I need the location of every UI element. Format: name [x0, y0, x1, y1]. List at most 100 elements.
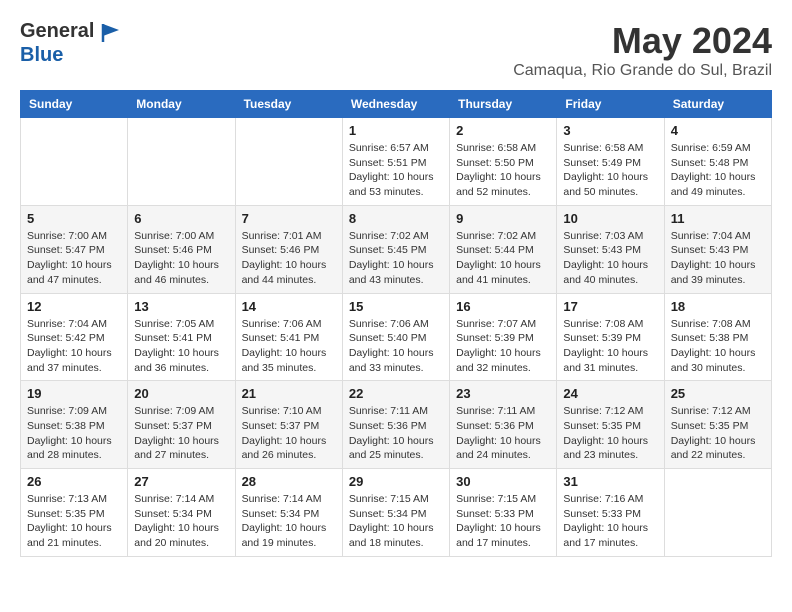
day-number: 5 — [27, 211, 121, 226]
day-number: 23 — [456, 386, 550, 401]
day-info: Sunrise: 7:04 AMSunset: 5:42 PMDaylight:… — [27, 317, 121, 376]
calendar-cell: 17Sunrise: 7:08 AMSunset: 5:39 PMDayligh… — [557, 293, 664, 381]
calendar-week-row: 1 Sunrise: 6:57 AMSunset: 5:51 PMDaylight… — [21, 118, 772, 206]
day-number: 18 — [671, 299, 765, 314]
month-title: May 2024 — [513, 20, 772, 62]
day-info: Sunrise: 7:15 AMSunset: 5:34 PMDaylight:… — [349, 492, 443, 551]
calendar-cell: 11 Sunrise: 7:04 AMSunset: 5:43 PMDayligh… — [664, 205, 771, 293]
page-header: General Blue May 2024 Camaqua, Rio Grand… — [20, 20, 772, 80]
day-info: Sunrise: 7:08 AMSunset: 5:39 PMDaylight:… — [563, 317, 657, 376]
calendar-cell: 28 Sunrise: 7:14 AMSunset: 5:34 PMDayligh… — [235, 469, 342, 557]
day-info: Sunrise: 7:05 AMSunset: 5:41 PMDaylight:… — [134, 317, 228, 376]
day-info: Sunrise: 7:16 AMSunset: 5:33 PMDaylight:… — [563, 492, 657, 551]
day-info: Sunrise: 7:12 AMSunset: 5:35 PMDaylight:… — [671, 404, 765, 463]
calendar-week-row: 26Sunrise: 7:13 AMSunset: 5:35 PMDayligh… — [21, 469, 772, 557]
day-number: 13 — [134, 299, 228, 314]
day-number: 30 — [456, 474, 550, 489]
day-info: Sunrise: 7:02 AMSunset: 5:45 PMDaylight:… — [349, 229, 443, 288]
day-header-friday: Friday — [557, 91, 664, 118]
day-number: 10 — [563, 211, 657, 226]
calendar-cell: 12 Sunrise: 7:04 AMSunset: 5:42 PMDayligh… — [21, 293, 128, 381]
calendar-cell: 27Sunrise: 7:14 AMSunset: 5:34 PMDayligh… — [128, 469, 235, 557]
calendar-week-row: 12 Sunrise: 7:04 AMSunset: 5:42 PMDayligh… — [21, 293, 772, 381]
day-info: Sunrise: 6:59 AMSunset: 5:48 PMDaylight:… — [671, 141, 765, 200]
day-number: 22 — [349, 386, 443, 401]
calendar-cell: 18Sunrise: 7:08 AMSunset: 5:38 PMDayligh… — [664, 293, 771, 381]
calendar-cell: 20 Sunrise: 7:09 AMSunset: 5:37 PMDayligh… — [128, 381, 235, 469]
calendar-cell: 23 Sunrise: 7:11 AMSunset: 5:36 PMDayligh… — [450, 381, 557, 469]
day-number: 2 — [456, 123, 550, 138]
calendar-cell: 5 Sunrise: 7:00 AMSunset: 5:47 PMDaylight… — [21, 205, 128, 293]
calendar-cell: 31 Sunrise: 7:16 AMSunset: 5:33 PMDayligh… — [557, 469, 664, 557]
calendar-header-row: SundayMondayTuesdayWednesdayThursdayFrid… — [21, 91, 772, 118]
day-info: Sunrise: 7:11 AMSunset: 5:36 PMDaylight:… — [349, 404, 443, 463]
day-number: 1 — [349, 123, 443, 138]
day-info: Sunrise: 7:06 AMSunset: 5:41 PMDaylight:… — [242, 317, 336, 376]
calendar-cell: 29 Sunrise: 7:15 AMSunset: 5:34 PMDayligh… — [342, 469, 449, 557]
calendar-cell: 30 Sunrise: 7:15 AMSunset: 5:33 PMDayligh… — [450, 469, 557, 557]
day-header-sunday: Sunday — [21, 91, 128, 118]
day-info: Sunrise: 7:14 AMSunset: 5:34 PMDaylight:… — [134, 492, 228, 551]
logo-flag-icon — [101, 22, 121, 44]
day-header-saturday: Saturday — [664, 91, 771, 118]
calendar-cell: 2 Sunrise: 6:58 AMSunset: 5:50 PMDaylight… — [450, 118, 557, 206]
day-header-thursday: Thursday — [450, 91, 557, 118]
day-number: 6 — [134, 211, 228, 226]
day-header-monday: Monday — [128, 91, 235, 118]
day-info: Sunrise: 7:00 AMSunset: 5:47 PMDaylight:… — [27, 229, 121, 288]
day-number: 3 — [563, 123, 657, 138]
calendar-cell: 21 Sunrise: 7:10 AMSunset: 5:37 PMDayligh… — [235, 381, 342, 469]
day-info: Sunrise: 7:09 AMSunset: 5:37 PMDaylight:… — [134, 404, 228, 463]
calendar-cell: 7 Sunrise: 7:01 AMSunset: 5:46 PMDaylight… — [235, 205, 342, 293]
day-info: Sunrise: 7:14 AMSunset: 5:34 PMDaylight:… — [242, 492, 336, 551]
day-info: Sunrise: 7:12 AMSunset: 5:35 PMDaylight:… — [563, 404, 657, 463]
day-info: Sunrise: 7:15 AMSunset: 5:33 PMDaylight:… — [456, 492, 550, 551]
day-header-wednesday: Wednesday — [342, 91, 449, 118]
calendar-cell: 8Sunrise: 7:02 AMSunset: 5:45 PMDaylight… — [342, 205, 449, 293]
calendar-cell: 10 Sunrise: 7:03 AMSunset: 5:43 PMDayligh… — [557, 205, 664, 293]
day-number: 11 — [671, 211, 765, 226]
calendar-cell — [21, 118, 128, 206]
day-number: 15 — [349, 299, 443, 314]
day-number: 29 — [349, 474, 443, 489]
day-number: 20 — [134, 386, 228, 401]
calendar-cell: 24 Sunrise: 7:12 AMSunset: 5:35 PMDayligh… — [557, 381, 664, 469]
day-info: Sunrise: 6:58 AMSunset: 5:49 PMDaylight:… — [563, 141, 657, 200]
day-info: Sunrise: 7:04 AMSunset: 5:43 PMDaylight:… — [671, 229, 765, 288]
calendar-cell: 16Sunrise: 7:07 AMSunset: 5:39 PMDayligh… — [450, 293, 557, 381]
calendar-cell: 3 Sunrise: 6:58 AMSunset: 5:49 PMDaylight… — [557, 118, 664, 206]
logo-blue: Blue — [20, 44, 121, 67]
location: Camaqua, Rio Grande do Sul, Brazil — [513, 62, 772, 80]
day-number: 25 — [671, 386, 765, 401]
day-number: 24 — [563, 386, 657, 401]
day-info: Sunrise: 7:01 AMSunset: 5:46 PMDaylight:… — [242, 229, 336, 288]
day-info: Sunrise: 6:57 AMSunset: 5:51 PMDaylight:… — [349, 141, 443, 200]
day-number: 4 — [671, 123, 765, 138]
calendar-cell: 13 Sunrise: 7:05 AMSunset: 5:41 PMDayligh… — [128, 293, 235, 381]
logo-text: General Blue — [20, 20, 121, 67]
day-number: 28 — [242, 474, 336, 489]
calendar-cell: 22 Sunrise: 7:11 AMSunset: 5:36 PMDayligh… — [342, 381, 449, 469]
calendar-cell: 26Sunrise: 7:13 AMSunset: 5:35 PMDayligh… — [21, 469, 128, 557]
day-info: Sunrise: 7:10 AMSunset: 5:37 PMDaylight:… — [242, 404, 336, 463]
calendar-cell — [128, 118, 235, 206]
calendar-cell: 9Sunrise: 7:02 AMSunset: 5:44 PMDaylight… — [450, 205, 557, 293]
day-info: Sunrise: 7:00 AMSunset: 5:46 PMDaylight:… — [134, 229, 228, 288]
logo-general: General — [20, 20, 94, 42]
day-info: Sunrise: 6:58 AMSunset: 5:50 PMDaylight:… — [456, 141, 550, 200]
day-info: Sunrise: 7:09 AMSunset: 5:38 PMDaylight:… — [27, 404, 121, 463]
day-info: Sunrise: 7:06 AMSunset: 5:40 PMDaylight:… — [349, 317, 443, 376]
day-info: Sunrise: 7:11 AMSunset: 5:36 PMDaylight:… — [456, 404, 550, 463]
day-info: Sunrise: 7:03 AMSunset: 5:43 PMDaylight:… — [563, 229, 657, 288]
calendar-table: SundayMondayTuesdayWednesdayThursdayFrid… — [20, 90, 772, 557]
day-number: 7 — [242, 211, 336, 226]
title-area: May 2024 Camaqua, Rio Grande do Sul, Bra… — [513, 20, 772, 80]
calendar-cell — [664, 469, 771, 557]
calendar-cell: 6 Sunrise: 7:00 AMSunset: 5:46 PMDaylight… — [128, 205, 235, 293]
day-number: 12 — [27, 299, 121, 314]
day-number: 21 — [242, 386, 336, 401]
day-info: Sunrise: 7:02 AMSunset: 5:44 PMDaylight:… — [456, 229, 550, 288]
day-number: 31 — [563, 474, 657, 489]
day-header-tuesday: Tuesday — [235, 91, 342, 118]
calendar-week-row: 19Sunrise: 7:09 AMSunset: 5:38 PMDayligh… — [21, 381, 772, 469]
